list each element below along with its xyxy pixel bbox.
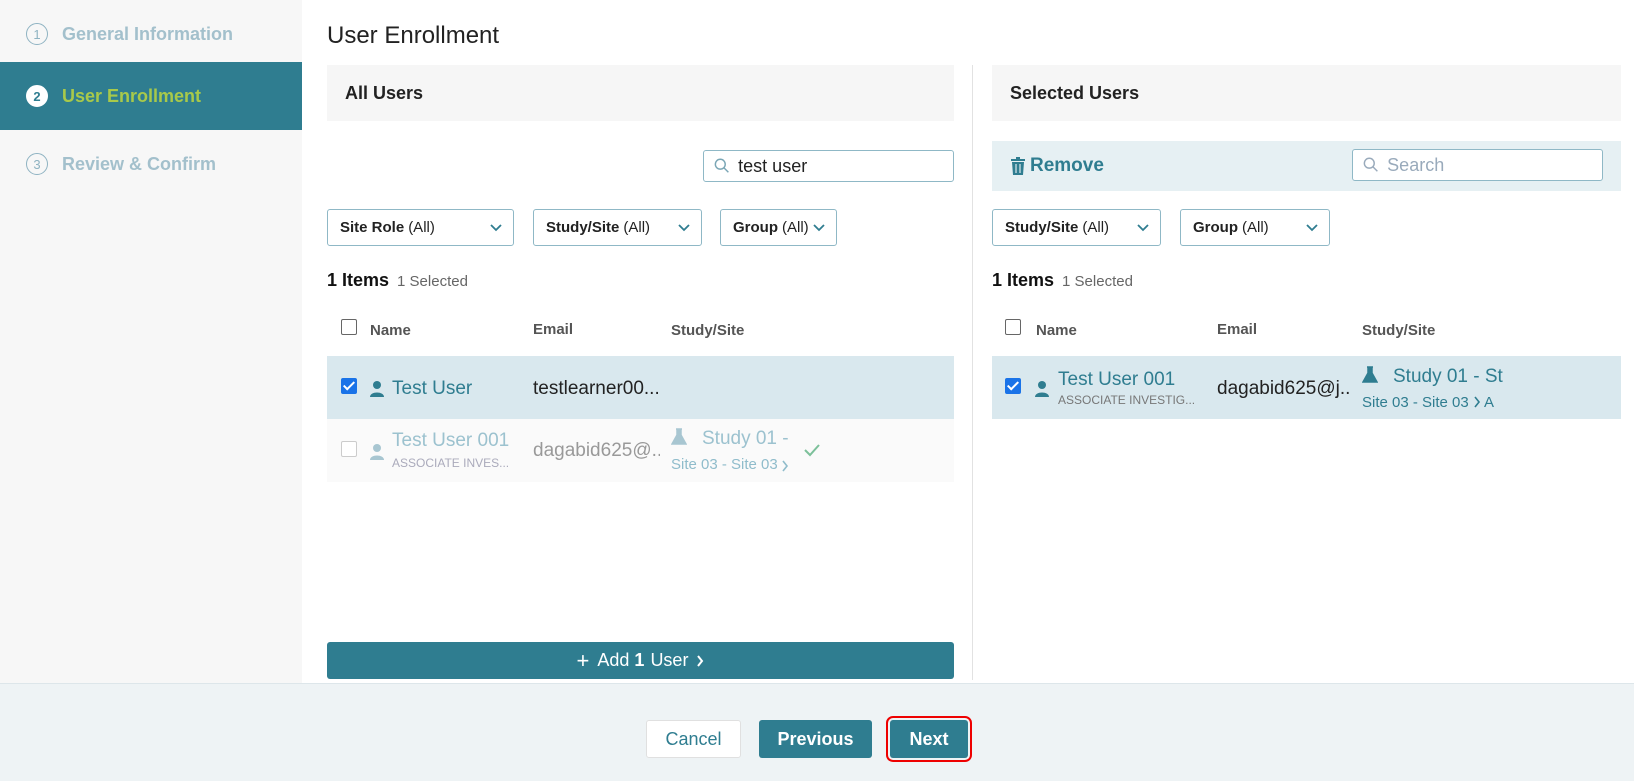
chevron-right-icon <box>697 654 704 667</box>
previous-button[interactable]: Previous <box>759 720 872 758</box>
column-name[interactable]: Name <box>1036 322 1077 339</box>
selected-users-header: Selected Users <box>992 65 1621 121</box>
items-count: 1 Items 1 Selected <box>327 270 468 290</box>
user-email: testlearner00... <box>533 378 658 399</box>
step-label: General Information <box>62 23 234 44</box>
selected-users-search[interactable] <box>1352 149 1603 181</box>
user-name-link: Test User 001 <box>392 430 510 451</box>
check-icon <box>804 444 820 457</box>
select-all-checkbox[interactable] <box>341 319 357 335</box>
row-checkbox <box>341 441 357 457</box>
site-link[interactable]: Site 03 - Site 03 <box>1362 394 1470 411</box>
column-email[interactable]: Email <box>533 321 573 338</box>
step-general-information[interactable]: 1 General Information <box>0 0 302 68</box>
flask-icon <box>671 428 687 445</box>
chevron-down-icon <box>678 224 690 232</box>
chevron-down-icon <box>813 224 825 232</box>
filter-label: Study/Site <box>546 219 620 236</box>
selected-count: 1 Selected <box>397 273 468 290</box>
user-email: dagabid625@j... <box>1217 378 1350 399</box>
chevron-right-icon <box>1474 396 1481 408</box>
chevron-down-icon <box>1306 224 1318 232</box>
trash-icon <box>1011 157 1025 175</box>
study-link[interactable]: Study 01 - St <box>1393 366 1621 388</box>
wizard-sidebar: 1 General Information 2 User Enrollment … <box>0 0 302 683</box>
filter-label: Site Role <box>340 219 405 236</box>
step-user-enrollment[interactable]: 2 User Enrollment <box>0 62 302 130</box>
selected-users-toolbar: Remove <box>992 141 1621 191</box>
search-icon <box>1363 157 1378 172</box>
column-study-site[interactable]: Study/Site <box>671 322 744 339</box>
site-role-filter[interactable]: Site Role (All) <box>327 209 514 246</box>
filter-value: (All) <box>1082 219 1110 236</box>
next-button[interactable]: Next <box>886 716 972 762</box>
user-role: ASSOCIATE INVES... <box>392 456 510 470</box>
row-checkbox[interactable] <box>1005 378 1021 394</box>
all-users-header: All Users <box>327 65 954 121</box>
user-name-link[interactable]: Test User <box>392 378 472 400</box>
site-link: Site 03 - Site 03 <box>671 456 778 473</box>
step-label: Review & Confirm <box>62 153 217 174</box>
filter-value: (All) <box>623 219 651 236</box>
chevron-down-icon <box>1137 224 1149 232</box>
user-name-link[interactable]: Test User 001 <box>1058 369 1175 391</box>
column-email[interactable]: Email <box>1217 321 1257 338</box>
chevron-down-icon <box>490 224 502 232</box>
selected-count: 1 Selected <box>1062 273 1133 290</box>
remove-button[interactable]: Remove <box>1010 155 1104 177</box>
select-all-checkbox[interactable] <box>1005 319 1021 335</box>
user-email: dagabid625@... <box>533 440 660 461</box>
step-review-confirm[interactable]: 3 Review & Confirm <box>0 130 302 198</box>
step-label: User Enrollment <box>62 85 202 106</box>
user-icon <box>370 381 384 397</box>
column-study-site[interactable]: Study/Site <box>1362 322 1435 339</box>
flask-icon <box>1362 366 1378 383</box>
chevron-right-icon <box>782 460 789 472</box>
column-name[interactable]: Name <box>370 322 411 339</box>
add-user-button[interactable]: + Add 1 User <box>327 642 954 679</box>
user-icon <box>1035 381 1049 397</box>
search-icon <box>714 158 729 173</box>
step-number: 2 <box>26 85 48 107</box>
filter-value: (All) <box>782 219 809 236</box>
study-site-filter[interactable]: Study/Site (All) <box>992 209 1161 246</box>
items-count: 1 Items 1 Selected <box>992 270 1133 290</box>
filter-value: (All) <box>1242 219 1269 236</box>
search-input[interactable] <box>738 155 953 177</box>
search-input[interactable] <box>1387 154 1602 176</box>
page-title: User Enrollment <box>327 22 500 49</box>
wizard-footer: Cancel Previous Next <box>0 683 1634 781</box>
filter-label: Study/Site <box>1005 219 1079 236</box>
group-filter[interactable]: Group (All) <box>1180 209 1330 246</box>
study-link: Study 01 - S <box>702 428 790 449</box>
filter-label: Group <box>733 219 778 236</box>
filter-value: (All) <box>408 219 435 236</box>
cancel-button[interactable]: Cancel <box>646 720 741 758</box>
filter-label: Group <box>1193 219 1238 236</box>
plus-icon: + <box>576 647 590 673</box>
site-path-tail: A <box>1484 394 1495 411</box>
panel-divider <box>972 65 973 680</box>
row-checkbox[interactable] <box>341 378 357 394</box>
step-number: 3 <box>26 153 48 175</box>
step-number: 1 <box>26 23 48 45</box>
group-filter[interactable]: Group (All) <box>720 209 837 246</box>
user-role: ASSOCIATE INVESTIG... <box>1058 393 1196 407</box>
all-users-search[interactable] <box>703 150 954 182</box>
user-icon <box>370 444 384 460</box>
study-site-filter[interactable]: Study/Site (All) <box>533 209 702 246</box>
